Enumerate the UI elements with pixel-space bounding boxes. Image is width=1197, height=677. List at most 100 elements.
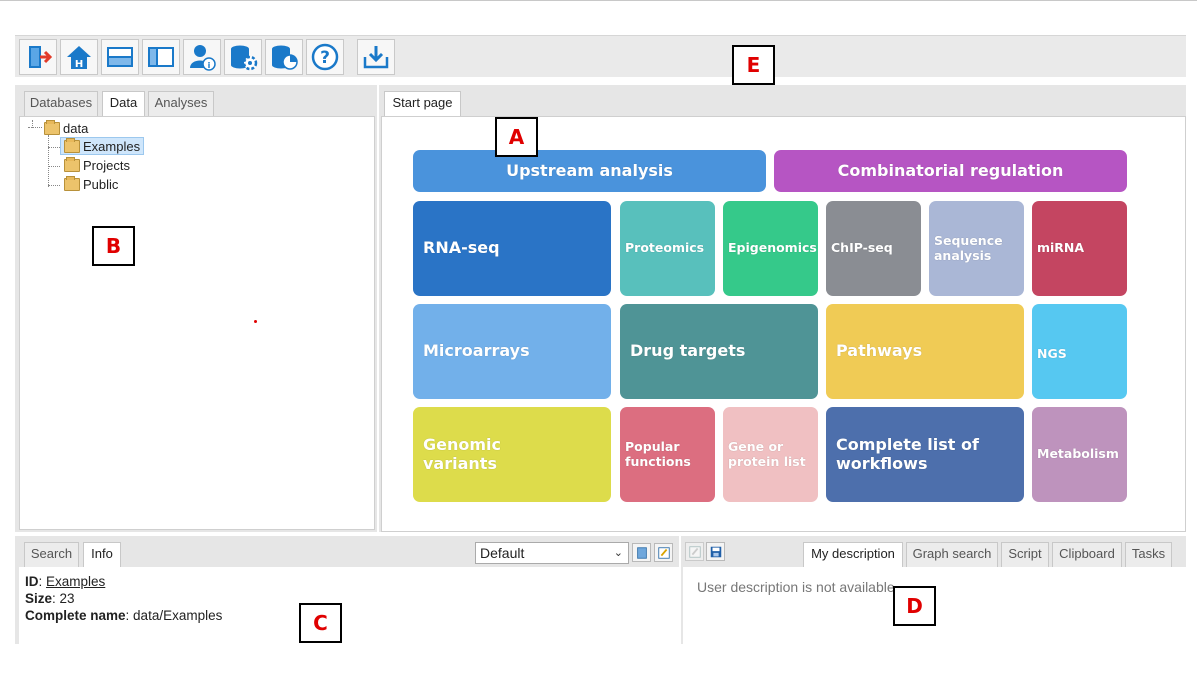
download-button[interactable] bbox=[357, 39, 395, 75]
tree-item-data[interactable]: data bbox=[44, 119, 88, 137]
chevron-down-icon: ⌄ bbox=[613, 547, 623, 559]
rna-seq-tile[interactable]: RNA-seq bbox=[413, 201, 611, 296]
metabolism-tile[interactable]: Metabolism bbox=[1032, 407, 1127, 502]
edit-icon bbox=[657, 546, 670, 559]
user-info-button[interactable]: i bbox=[183, 39, 221, 75]
marker-c: C bbox=[299, 603, 342, 643]
tree-connector bbox=[48, 166, 60, 167]
start-page: Upstream analysis Combinatorial regulati… bbox=[381, 116, 1186, 532]
database-chart-button[interactable] bbox=[265, 39, 303, 75]
info-content: ID: Examples Size: 23 Complete name: dat… bbox=[19, 567, 679, 644]
complete-list-of-workflows-tile[interactable]: Complete list of workflows bbox=[826, 407, 1024, 502]
horizontal-layout-icon bbox=[107, 47, 133, 67]
svg-text:?: ? bbox=[320, 48, 330, 68]
mirna-tile[interactable]: miRNA bbox=[1032, 201, 1127, 296]
pathways-tile[interactable]: Pathways bbox=[826, 304, 1024, 399]
edit-icon bbox=[688, 545, 701, 558]
repository-tree: data Examples Projects Public bbox=[19, 116, 375, 530]
folder-icon bbox=[64, 175, 80, 191]
tab-search[interactable]: Search bbox=[24, 542, 79, 567]
epigenomics-tile[interactable]: Epigenomics bbox=[723, 201, 818, 296]
info-panel: Search Info Default ⌄ ID: Examples Size:… bbox=[15, 536, 679, 644]
view-select-value: Default bbox=[480, 545, 525, 561]
save-icon bbox=[710, 546, 721, 557]
tab-script[interactable]: Script bbox=[1001, 542, 1049, 567]
main-toolbar: H i ? bbox=[15, 35, 1186, 77]
tab-clipboard[interactable]: Clipboard bbox=[1052, 542, 1122, 567]
edit-description-button[interactable] bbox=[685, 542, 704, 561]
info-size-row: Size: 23 bbox=[25, 591, 75, 606]
info-name-row: Complete name: data/Examples bbox=[25, 608, 223, 623]
chip-seq-tile[interactable]: ChIP-seq bbox=[826, 201, 921, 296]
tree-item-label: data bbox=[63, 120, 89, 136]
info-name-value: data/Examples bbox=[133, 608, 223, 623]
help-icon: ? bbox=[311, 43, 339, 71]
repository-panel: Databases Data Analyses data Examples Pr… bbox=[15, 85, 377, 532]
tree-item-examples[interactable]: Examples bbox=[60, 137, 145, 155]
user-info-icon: i bbox=[190, 45, 216, 71]
marker-a: A bbox=[495, 117, 538, 157]
info-id-link[interactable]: Examples bbox=[46, 574, 105, 589]
description-tabs: My description Graph search Script Clipb… bbox=[681, 536, 1186, 568]
tree-connector bbox=[48, 147, 60, 148]
exit-icon bbox=[29, 46, 53, 68]
tab-start-page[interactable]: Start page bbox=[384, 91, 461, 117]
genomic-variants-tile[interactable]: Genomic variants bbox=[413, 407, 611, 502]
tab-tasks[interactable]: Tasks bbox=[1125, 542, 1172, 567]
sequence-analysis-tile[interactable]: Sequence analysis bbox=[929, 201, 1024, 296]
gene-or-protein-list-tile[interactable]: Gene or protein list bbox=[723, 407, 818, 502]
document-icon bbox=[636, 546, 647, 559]
home-button[interactable]: H bbox=[60, 39, 98, 75]
tab-databases[interactable]: Databases bbox=[24, 91, 98, 116]
edit-button[interactable] bbox=[654, 543, 673, 562]
combinatorial-regulation-tile[interactable]: Combinatorial regulation bbox=[774, 150, 1127, 192]
document-tabs: Start page bbox=[379, 85, 1186, 117]
download-icon bbox=[363, 46, 389, 69]
info-id-row: ID: Examples bbox=[25, 574, 106, 589]
database-chart-icon bbox=[272, 45, 298, 70]
folder-icon bbox=[44, 119, 60, 135]
tree-connector bbox=[28, 127, 42, 128]
tree-item-projects[interactable]: Projects bbox=[64, 156, 130, 174]
svg-text:i: i bbox=[208, 61, 211, 70]
info-size-value: 23 bbox=[59, 591, 75, 606]
horizontal-layout-button[interactable] bbox=[101, 39, 139, 75]
repository-tabs: Databases Data Analyses bbox=[15, 85, 377, 117]
tree-item-public[interactable]: Public bbox=[64, 175, 118, 193]
ngs-tile[interactable]: NGS bbox=[1032, 304, 1127, 399]
info-name-key: Complete name bbox=[25, 608, 126, 623]
exit-button[interactable] bbox=[19, 39, 57, 75]
tree-connector bbox=[48, 135, 49, 187]
copy-button[interactable] bbox=[632, 543, 651, 562]
upstream-analysis-tile[interactable]: Upstream analysis bbox=[413, 150, 766, 192]
database-settings-button[interactable] bbox=[224, 39, 262, 75]
svg-text:H: H bbox=[75, 59, 83, 70]
view-select[interactable]: Default ⌄ bbox=[475, 542, 629, 564]
tree-item-label: Projects bbox=[83, 157, 130, 173]
vertical-layout-icon bbox=[148, 47, 174, 67]
popular-functions-tile[interactable]: Popular functions bbox=[620, 407, 715, 502]
vertical-layout-button[interactable] bbox=[142, 39, 180, 75]
tab-graph-search[interactable]: Graph search bbox=[906, 542, 998, 567]
tree-item-label: Examples bbox=[83, 138, 141, 154]
tree-item-label: Public bbox=[83, 176, 119, 192]
marker-e: E bbox=[732, 45, 775, 85]
tab-data[interactable]: Data bbox=[102, 91, 145, 117]
drug-targets-tile[interactable]: Drug targets bbox=[620, 304, 818, 399]
proteomics-tile[interactable]: Proteomics bbox=[620, 201, 715, 296]
info-size-key: Size bbox=[25, 591, 53, 606]
tab-info[interactable]: Info bbox=[83, 542, 121, 568]
save-button[interactable] bbox=[706, 542, 725, 561]
tab-my-description[interactable]: My description bbox=[803, 542, 903, 568]
marker-b: B bbox=[92, 226, 135, 266]
description-text: User description is not available bbox=[697, 579, 895, 595]
tab-analyses[interactable]: Analyses bbox=[148, 91, 214, 116]
folder-icon bbox=[64, 137, 80, 153]
tree-connector bbox=[48, 185, 60, 186]
info-id-key: ID bbox=[25, 574, 39, 589]
microarrays-tile[interactable]: Microarrays bbox=[413, 304, 611, 399]
database-settings-icon bbox=[231, 45, 258, 71]
folder-icon bbox=[64, 156, 80, 172]
home-icon: H bbox=[67, 46, 91, 70]
help-button[interactable]: ? bbox=[306, 39, 344, 75]
